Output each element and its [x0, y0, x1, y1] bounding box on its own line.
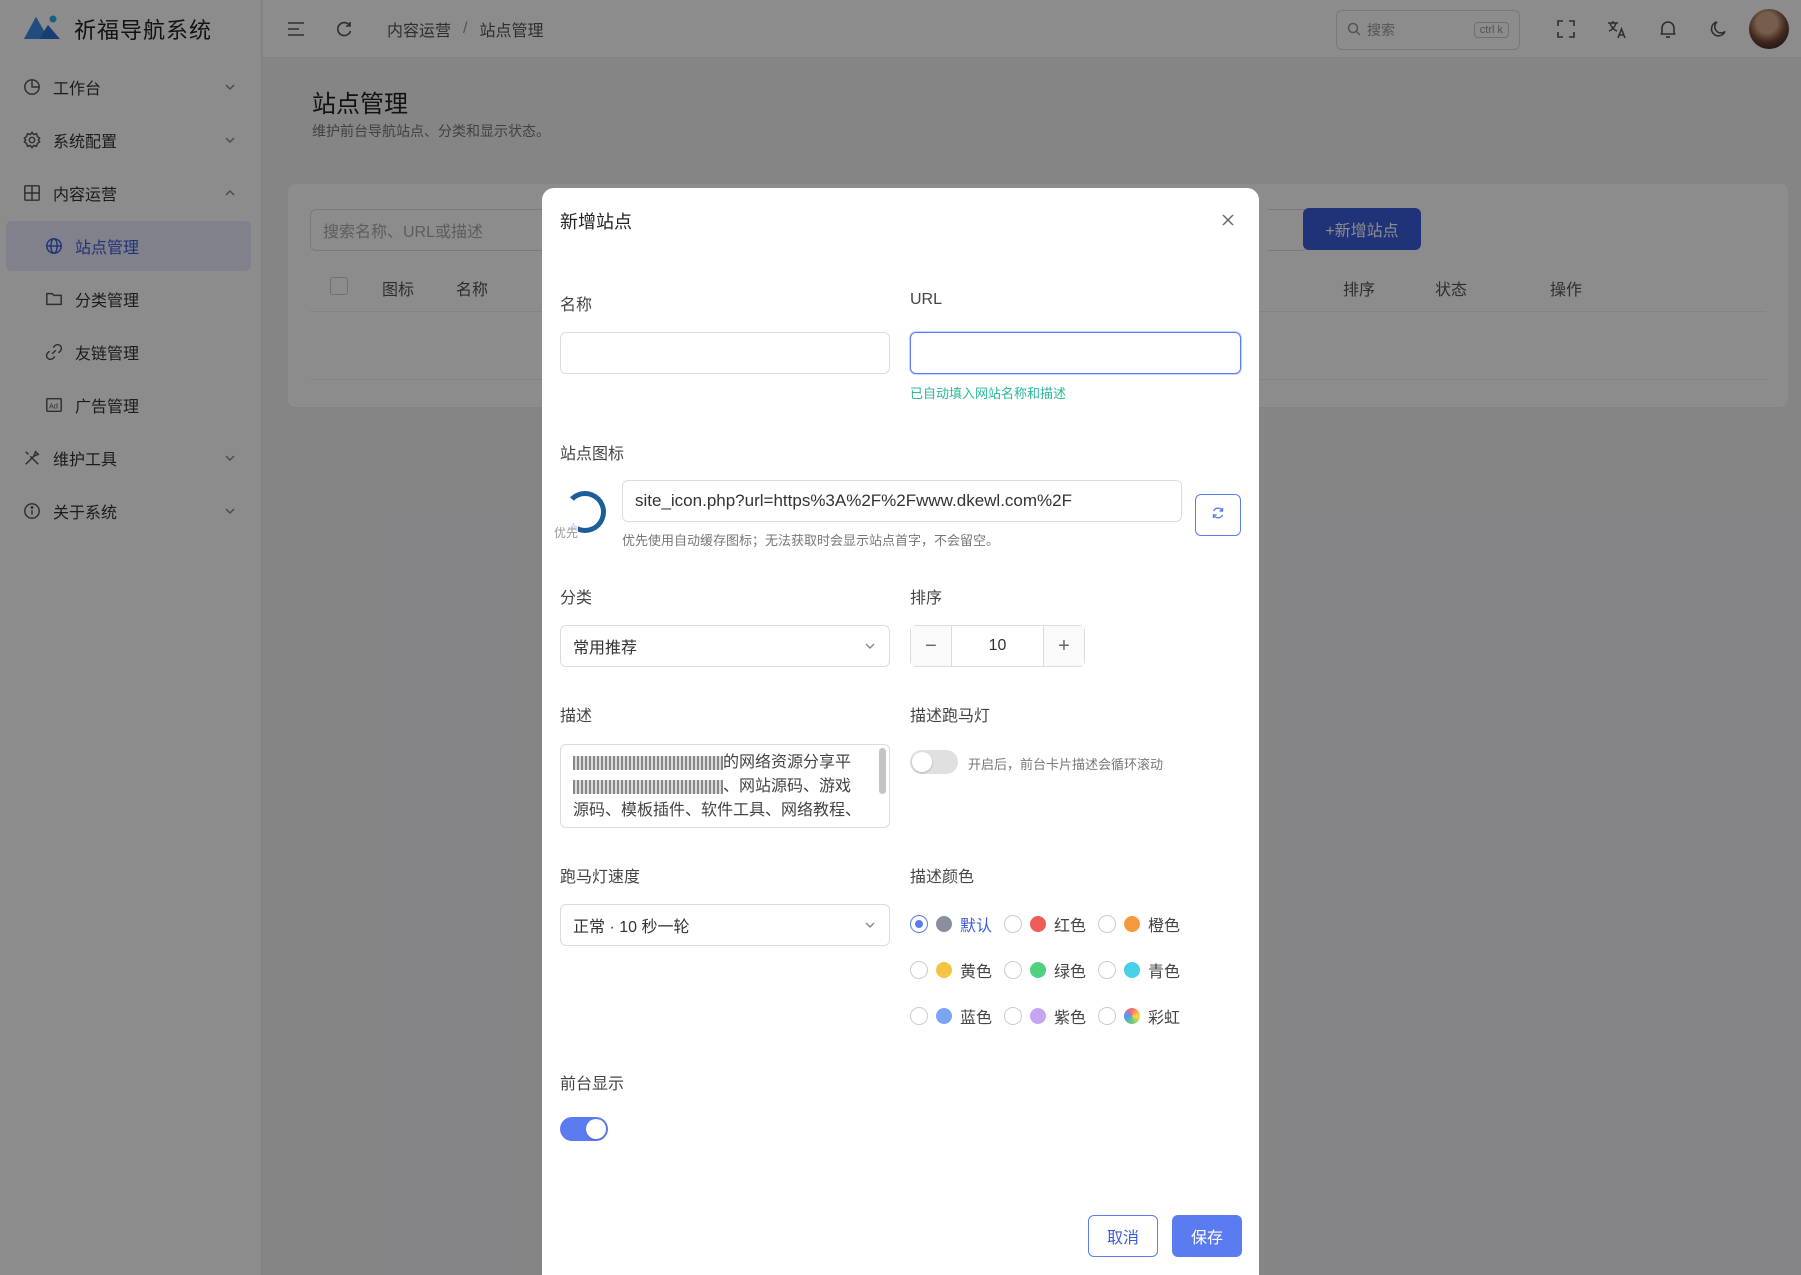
description-line: 源码、模板插件、软件工具、网络教程、: [573, 802, 862, 819]
radio-button: [1004, 915, 1022, 933]
toggle-knob: [912, 752, 932, 772]
color-option-label: 红色: [1054, 918, 1087, 935]
color-option-red[interactable]: 红色: [1004, 912, 1086, 936]
description-line: 、网站源码、游戏: [573, 775, 871, 799]
increment-button[interactable]: +: [1044, 626, 1084, 666]
color-swatch: [1030, 1008, 1046, 1024]
decrement-button[interactable]: −: [911, 626, 951, 666]
color-swatch: [936, 962, 952, 978]
color-option-label: 橙色: [1148, 918, 1181, 935]
sort-stepper: − 10 +: [910, 625, 1085, 667]
radio-button: [910, 915, 928, 933]
radio-button: [1098, 1007, 1116, 1025]
color-swatch: [1030, 916, 1046, 932]
radio-button: [910, 1007, 928, 1025]
sort-value[interactable]: 10: [951, 626, 1044, 666]
description-text: 的网络资源分享平: [723, 754, 852, 771]
color-option-label: 蓝色: [960, 1010, 993, 1027]
textarea-scrollbar[interactable]: [879, 748, 886, 794]
radio-button: [1004, 961, 1022, 979]
radio-button: [1098, 915, 1116, 933]
site-icon-caption: 优先: [554, 524, 579, 541]
color-swatch: [1124, 916, 1140, 932]
site-icon-label: 站点图标: [560, 446, 625, 463]
color-swatch: [936, 916, 952, 932]
frontend-display-toggle[interactable]: [560, 1117, 608, 1141]
chevron-down-icon: [863, 639, 877, 653]
color-option-label: 彩虹: [1148, 1010, 1181, 1027]
description-textarea[interactable]: 的网络资源分享平 、网站源码、游戏 源码、模板插件、软件工具、网络教程、: [560, 744, 890, 828]
color-swatch: [1124, 962, 1140, 978]
color-option-label: 黄色: [960, 964, 993, 981]
color-swatch: [936, 1008, 952, 1024]
sort-label: 排序: [910, 590, 943, 607]
category-value: 常用推荐: [573, 640, 638, 657]
site-icon-url-field[interactable]: site_icon.php?url=https%3A%2F%2Fwww.dkew…: [622, 480, 1182, 522]
refresh-icon-button[interactable]: [1195, 494, 1241, 536]
refresh-icon: [1211, 506, 1225, 525]
radio-button: [1098, 961, 1116, 979]
color-option-default[interactable]: 默认: [910, 912, 992, 936]
color-swatch: [1124, 1008, 1140, 1024]
category-select[interactable]: 常用推荐: [560, 625, 890, 667]
description-text: 、网站源码、游戏: [723, 778, 852, 795]
color-option-label: 青色: [1148, 964, 1181, 981]
name-field[interactable]: [560, 332, 890, 374]
color-option-label: 绿色: [1054, 964, 1087, 981]
url-autofill-hint: 已自动填入网站名称和描述: [910, 386, 1067, 401]
toggle-knob: [586, 1119, 606, 1139]
site-icon-preview: 优先: [554, 491, 610, 541]
dialog-title: 新增站点: [560, 212, 632, 232]
description-label: 描述: [560, 708, 593, 725]
color-option-rainbow[interactable]: 彩虹: [1098, 1004, 1180, 1028]
close-icon[interactable]: [1221, 213, 1235, 227]
add-site-dialog: 新增站点 名称 URL 已自动填入网站名称和描述 站点图标 优先 site_ic…: [542, 188, 1259, 1275]
color-option-blue[interactable]: 蓝色: [910, 1004, 992, 1028]
description-line: 的网络资源分享平: [573, 751, 871, 775]
color-swatch: [1030, 962, 1046, 978]
radio-button: [910, 961, 928, 979]
color-option-cyan[interactable]: 青色: [1098, 958, 1180, 982]
marquee-label: 描述跑马灯: [910, 708, 991, 725]
marquee-toggle[interactable]: [910, 750, 958, 774]
category-label: 分类: [560, 590, 593, 607]
color-option-purple[interactable]: 紫色: [1004, 1004, 1086, 1028]
save-button[interactable]: 保存: [1172, 1215, 1242, 1257]
color-option-orange[interactable]: 橙色: [1098, 912, 1180, 936]
redacted-text: [573, 779, 723, 794]
color-option-yellow[interactable]: 黄色: [910, 958, 992, 982]
url-label: URL: [910, 291, 943, 308]
site-icon-hint: 优先使用自动缓存图标；无法获取时会显示站点首字，不会留空。: [622, 533, 1000, 548]
radio-button: [1004, 1007, 1022, 1025]
description-color-label: 描述颜色: [910, 869, 975, 886]
url-field[interactable]: [910, 332, 1241, 374]
marquee-speed-value: 正常 · 10 秒一轮: [573, 919, 690, 936]
frontend-display-label: 前台显示: [560, 1076, 625, 1093]
marquee-speed-label: 跑马灯速度: [560, 869, 641, 886]
color-option-label: 默认: [960, 918, 993, 935]
redacted-text: [573, 755, 723, 770]
marquee-speed-select[interactable]: 正常 · 10 秒一轮: [560, 904, 890, 946]
name-label: 名称: [560, 297, 593, 314]
cancel-button[interactable]: 取消: [1088, 1215, 1158, 1257]
chevron-down-icon: [863, 918, 877, 932]
color-option-label: 紫色: [1054, 1010, 1087, 1027]
color-option-green[interactable]: 绿色: [1004, 958, 1086, 982]
marquee-hint: 开启后，前台卡片描述会循环滚动: [968, 757, 1164, 772]
